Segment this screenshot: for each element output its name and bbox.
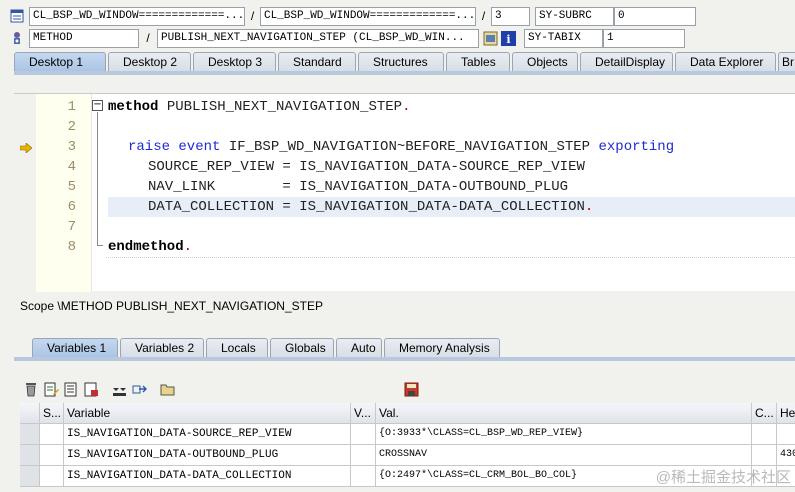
column-header-s[interactable]: S...: [40, 403, 64, 424]
tab-variables-1[interactable]: Variables 1: [32, 338, 118, 358]
code-line-3: raise event IF_BSP_WD_NAVIGATION~BEFORE_…: [128, 139, 675, 155]
program-field[interactable]: CL_BSP_WD_WINDOW=============...: [29, 6, 245, 26]
navigate-icon[interactable]: [130, 380, 148, 398]
row-selector[interactable]: [20, 466, 40, 487]
c-cell: [752, 424, 777, 445]
sysfield-value-2[interactable]: 1: [603, 28, 685, 48]
change-icon[interactable]: [42, 380, 60, 398]
current-line-arrow-icon: [19, 142, 33, 156]
fold-guide-end: [97, 245, 103, 246]
column-header-v[interactable]: V...: [351, 403, 376, 424]
tab-objects[interactable]: Objects: [512, 52, 578, 72]
fold-guide: [97, 112, 98, 245]
separator: /: [481, 9, 486, 23]
table-row[interactable]: IS_NAVIGATION_DATA-OUTBOUND_PLUG CROSSNA…: [20, 445, 795, 466]
column-header-value[interactable]: Val.: [376, 403, 752, 424]
v-cell: [351, 445, 376, 466]
value-cell[interactable]: {O:3933*\CLASS=CL_BSP_WD_REP_VIEW}: [376, 424, 752, 445]
info-icon[interactable]: i: [500, 30, 516, 46]
column-header-c[interactable]: C...: [752, 403, 777, 424]
header-row-program: CL_BSP_WD_WINDOW=============... / CL_BS…: [0, 5, 696, 27]
value-cell[interactable]: CROSSNAV: [376, 445, 752, 466]
fold-toggle-icon[interactable]: −: [92, 100, 103, 111]
method-icon: [9, 30, 25, 46]
code-line-8: endmethod.: [108, 239, 193, 255]
tab-auto[interactable]: Auto: [336, 338, 382, 358]
v-cell: [351, 466, 376, 487]
line-number: 2: [67, 119, 76, 135]
select-all-cell[interactable]: [20, 403, 40, 424]
tab-desktop-1[interactable]: Desktop 1: [14, 52, 106, 72]
code-line-4: SOURCE_REP_VIEW = IS_NAVIGATION_DATA-SOU…: [148, 159, 585, 175]
hex-cell: 430: [777, 445, 795, 466]
source-code-editor[interactable]: 1 2 3 4 5 6 7 8 − method PUBLISH_NEXT_NA…: [14, 93, 795, 292]
c-cell: [752, 445, 777, 466]
header-row-event: METHOD / PUBLISH_NEXT_NAVIGATION_STEP (C…: [0, 27, 685, 49]
tab-detail-display[interactable]: DetailDisplay: [580, 52, 673, 72]
line-number: 1: [67, 99, 76, 115]
tab-strip-border: [14, 71, 795, 75]
row-selector[interactable]: [20, 424, 40, 445]
code-line-5: NAV_LINK = IS_NAVIGATION_DATA-OUTBOUND_P…: [148, 179, 569, 195]
table-header: S... Variable V... Val. C... He: [20, 403, 795, 424]
variable-cell[interactable]: IS_NAVIGATION_DATA-SOURCE_REP_VIEW: [64, 424, 351, 445]
line-number: 7: [67, 219, 76, 235]
hex-cell: [777, 424, 795, 445]
save-icon[interactable]: [402, 380, 420, 398]
line-number: 6: [67, 199, 76, 215]
code-end-rule: [106, 257, 795, 258]
load-icon[interactable]: [110, 380, 128, 398]
desktop-tabs: Desktop 1 Desktop 2 Desktop 3 Standard S…: [14, 52, 795, 72]
sysfield-value-1[interactable]: 0: [614, 6, 696, 26]
tab-structures[interactable]: Structures: [358, 52, 444, 72]
tab-tables[interactable]: Tables: [446, 52, 510, 72]
separator: /: [146, 31, 150, 45]
separator: /: [250, 9, 255, 23]
line-number: 8: [67, 239, 76, 255]
tab-data-explorer[interactable]: Data Explorer: [675, 52, 776, 72]
event-type-field[interactable]: METHOD: [29, 28, 139, 48]
tab-standard[interactable]: Standard: [278, 52, 356, 72]
tab-globals[interactable]: Globals: [270, 338, 334, 358]
delete-icon[interactable]: [22, 380, 40, 398]
row-selector[interactable]: [20, 445, 40, 466]
tab-desktop-2[interactable]: Desktop 2: [108, 52, 191, 72]
display-object-icon[interactable]: [482, 30, 498, 46]
variable-cell[interactable]: IS_NAVIGATION_DATA-OUTBOUND_PLUG: [64, 445, 351, 466]
sysfield-name-2[interactable]: SY-TABIX: [524, 28, 603, 48]
save-variables-icon[interactable]: [82, 380, 100, 398]
tab-memory-analysis[interactable]: Memory Analysis: [384, 338, 500, 358]
line-number: 4: [67, 159, 76, 175]
status-cell: [40, 424, 64, 445]
folder-icon[interactable]: [158, 380, 176, 398]
code-line-6: DATA_COLLECTION = IS_NAVIGATION_DATA-DAT…: [148, 199, 594, 215]
sysfield-name-1[interactable]: SY-SUBRC: [535, 6, 614, 26]
variable-cell[interactable]: IS_NAVIGATION_DATA-DATA_COLLECTION: [64, 466, 351, 487]
column-header-variable[interactable]: Variable: [64, 403, 351, 424]
svg-text:i: i: [506, 33, 510, 46]
column-header-hex[interactable]: He: [777, 403, 795, 424]
include-field[interactable]: CL_BSP_WD_WINDOW=============...: [260, 6, 476, 26]
line-number: 5: [67, 179, 76, 195]
watermark-text: @稀土掘金技术社区: [655, 469, 791, 486]
tab-variables-2[interactable]: Variables 2: [120, 338, 204, 358]
table-row[interactable]: IS_NAVIGATION_DATA-SOURCE_REP_VIEW {O:39…: [20, 424, 795, 445]
tab-locals[interactable]: Locals: [206, 338, 268, 358]
line-number: 3: [67, 139, 76, 155]
program-icon: [9, 8, 25, 24]
tab-desktop-3[interactable]: Desktop 3: [193, 52, 276, 72]
details-icon[interactable]: [62, 380, 80, 398]
scope-label: Scope \METHOD PUBLISH_NEXT_NAVIGATION_ST…: [20, 299, 323, 313]
variable-tab-border: [14, 357, 795, 361]
status-cell: [40, 445, 64, 466]
code-line-1: method PUBLISH_NEXT_NAVIGATION_STEP.: [108, 99, 411, 115]
line-number-field[interactable]: 3: [491, 6, 530, 26]
event-name-field[interactable]: PUBLISH_NEXT_NAVIGATION_STEP (CL_BSP_WD_…: [157, 28, 479, 48]
v-cell: [351, 424, 376, 445]
variable-tabs: Variables 1 Variables 2 Locals Globals A…: [32, 338, 502, 358]
tab-truncated[interactable]: Br: [778, 52, 795, 72]
marker-gutter[interactable]: [14, 94, 36, 292]
variables-toolbar: [22, 380, 422, 398]
status-cell: [40, 466, 64, 487]
